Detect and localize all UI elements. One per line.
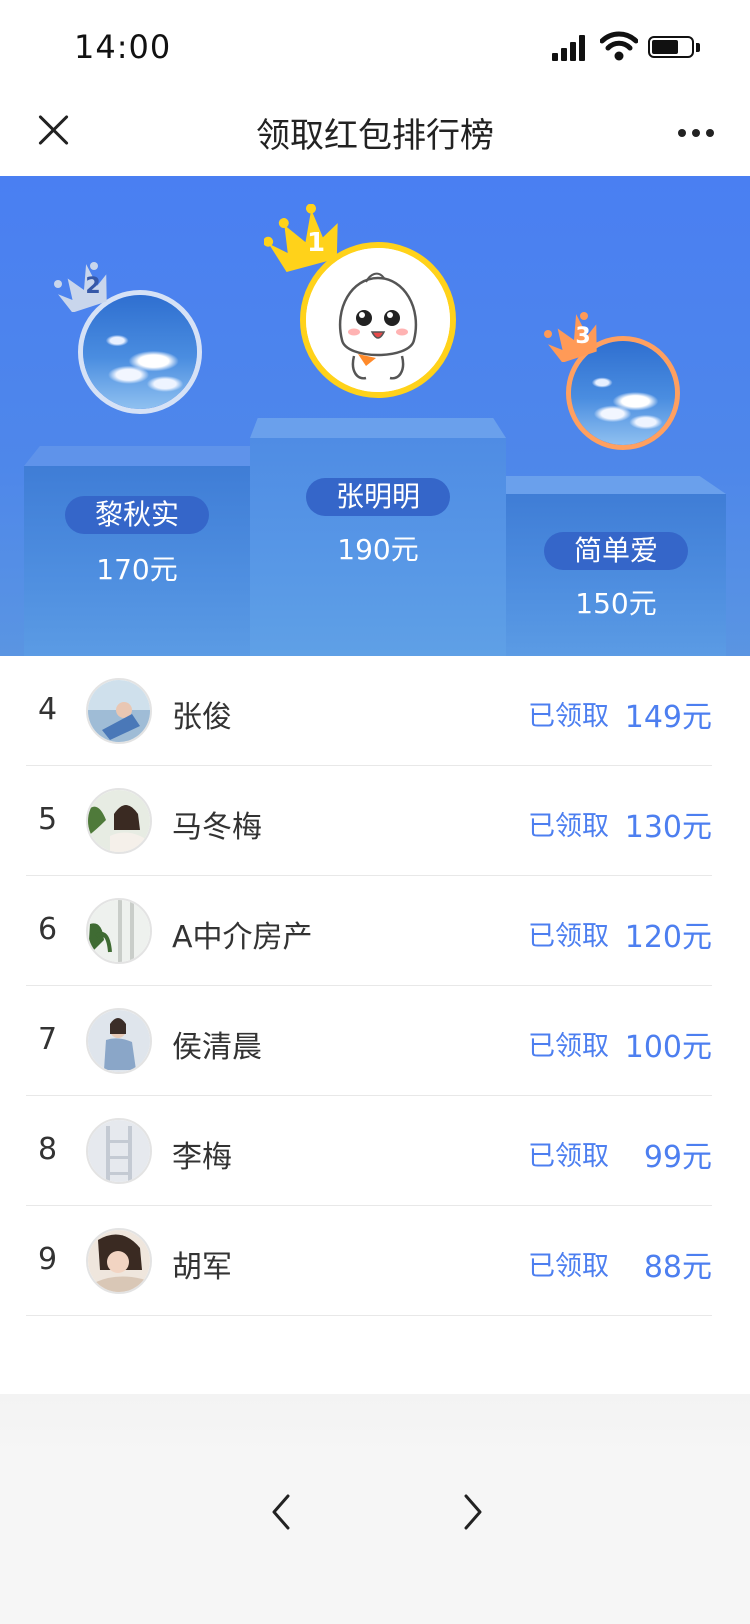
podium-third-amount: 150元 xyxy=(575,587,657,620)
rank-number: 4 xyxy=(38,692,58,727)
page-title: 领取红包排行榜 xyxy=(256,116,494,156)
user-name: 胡军 xyxy=(172,1250,232,1285)
browser-toolbar xyxy=(0,1458,750,1624)
more-icon[interactable] xyxy=(676,126,716,140)
user-name: A中介房产 xyxy=(172,920,313,955)
podium-third: 简单爱 150元 xyxy=(506,476,726,656)
status-label: 已领取 xyxy=(528,701,609,732)
status-time: 14:00 xyxy=(74,28,172,66)
rank-number: 9 xyxy=(38,1242,58,1277)
amount-value: 99元 xyxy=(643,1140,712,1175)
wifi-icon xyxy=(599,30,639,62)
list-item[interactable]: 4 张俊 已领取 149元 xyxy=(0,656,750,766)
podium-third-name: 简单爱 xyxy=(543,532,689,570)
podium-second: 黎秋实 170元 xyxy=(24,446,250,656)
status-bar: 14:00 xyxy=(0,0,750,92)
crown-second-rank: 2 xyxy=(85,274,101,299)
podium-first: 张明明 190元 xyxy=(250,418,506,656)
amount-value: 88元 xyxy=(643,1250,712,1285)
rank-number: 5 xyxy=(38,802,58,837)
ranking-list: 4 张俊 已领取 149元 5 马冬梅 已领取 130元 6 A中介房产 已领取… xyxy=(0,656,750,1316)
status-label: 已领取 xyxy=(528,921,609,952)
rank-number: 8 xyxy=(38,1132,58,1167)
crown-third-icon: 3 xyxy=(544,310,604,362)
status-label: 已领取 xyxy=(528,1031,609,1062)
user-name: 张俊 xyxy=(172,700,232,735)
user-name: 侯清晨 xyxy=(172,1030,262,1065)
amount-value: 100元 xyxy=(624,1030,712,1065)
podium-first-amount: 190元 xyxy=(337,533,419,566)
avatar[interactable] xyxy=(86,788,152,854)
podium-banner: 黎秋实 170元 张明明 190元 简单爱 150元 2 1 3 xyxy=(0,176,750,656)
podium-first-name: 张明明 xyxy=(305,478,451,516)
avatar[interactable] xyxy=(86,1008,152,1074)
list-item[interactable]: 9 胡军 已领取 88元 xyxy=(0,1206,750,1316)
battery-icon xyxy=(648,36,700,60)
avatar[interactable] xyxy=(86,1228,152,1294)
list-item[interactable]: 7 侯清晨 已领取 100元 xyxy=(0,986,750,1096)
podium-second-amount: 170元 xyxy=(96,553,178,586)
podium-second-name: 黎秋实 xyxy=(64,496,210,534)
list-item[interactable]: 6 A中介房产 已领取 120元 xyxy=(0,876,750,986)
rank-number: 6 xyxy=(38,912,58,947)
user-name: 李梅 xyxy=(172,1140,232,1175)
avatar[interactable] xyxy=(86,1118,152,1184)
footer-separator xyxy=(0,1394,750,1458)
forward-arrow-icon[interactable] xyxy=(452,1492,492,1532)
status-label: 已领取 xyxy=(528,1141,609,1172)
signal-icon xyxy=(552,35,586,61)
list-item[interactable]: 5 马冬梅 已领取 130元 xyxy=(0,766,750,876)
crown-third-rank: 3 xyxy=(575,324,591,349)
divider xyxy=(26,1315,712,1316)
amount-value: 120元 xyxy=(624,920,712,955)
crown-first-icon: 1 xyxy=(264,204,348,276)
amount-value: 149元 xyxy=(624,700,712,735)
avatar[interactable] xyxy=(86,898,152,964)
nav-bar: 领取红包排行榜 xyxy=(0,92,750,176)
back-arrow-icon[interactable] xyxy=(262,1492,302,1532)
avatar[interactable] xyxy=(86,678,152,744)
status-label: 已领取 xyxy=(528,1251,609,1282)
list-item[interactable]: 8 李梅 已领取 99元 xyxy=(0,1096,750,1206)
status-label: 已领取 xyxy=(528,811,609,842)
crown-first-rank: 1 xyxy=(306,228,326,258)
user-name: 马冬梅 xyxy=(172,810,262,845)
crown-second-icon: 2 xyxy=(54,260,114,312)
amount-value: 130元 xyxy=(624,810,712,845)
rank-number: 7 xyxy=(38,1022,58,1057)
